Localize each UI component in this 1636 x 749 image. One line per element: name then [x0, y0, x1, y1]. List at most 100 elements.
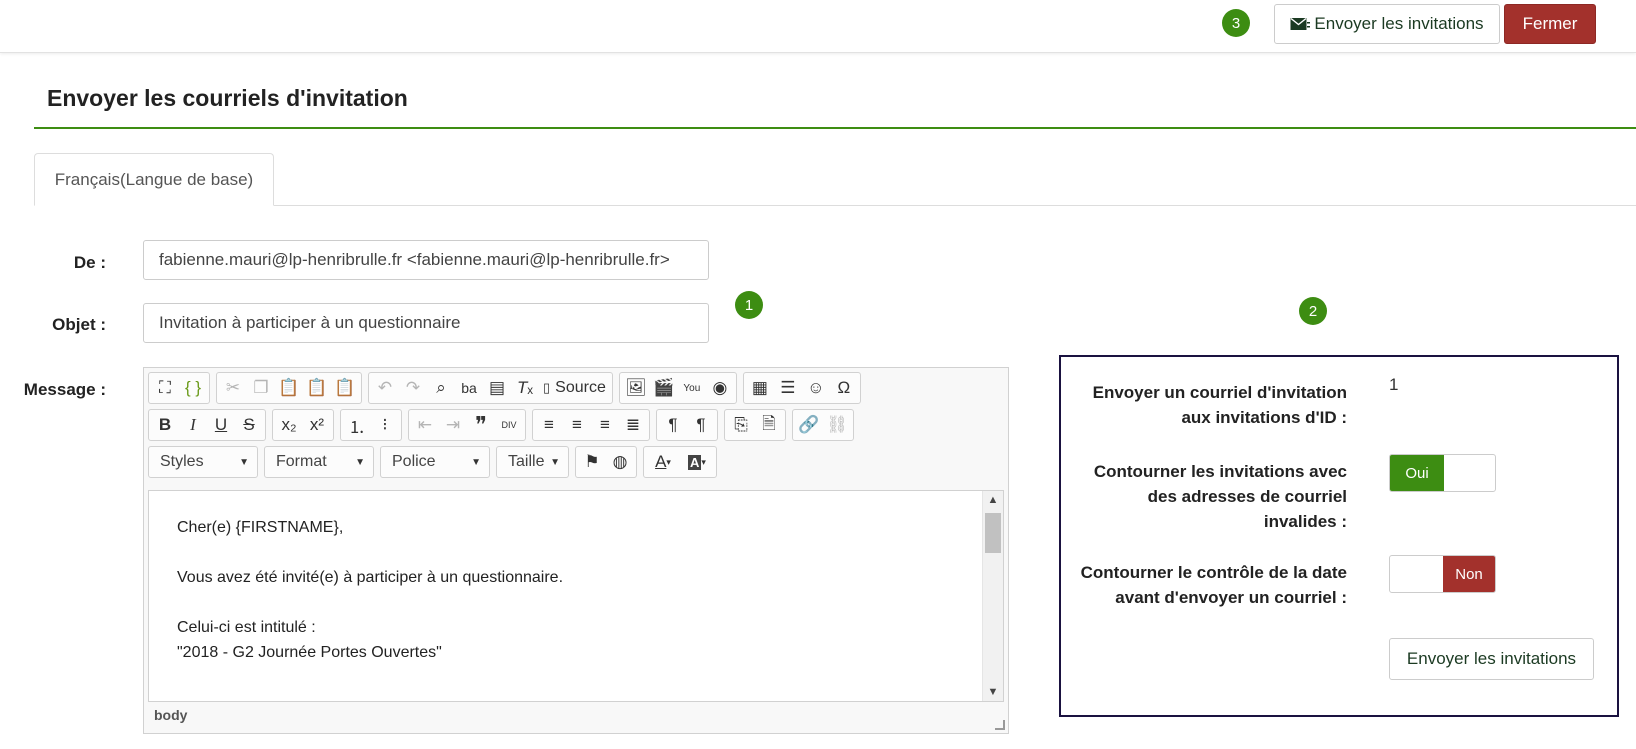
toolbar-group-indent: ⇤ ⇥ ❞ DIV: [408, 409, 526, 441]
toolbar-group-edit: ↶ ↷ ⌕ ba ▤ Tₓ ▯ Source: [368, 372, 613, 404]
send-options-panel: Envoyer un courriel d'invitation aux inv…: [1059, 355, 1619, 717]
toolbar-row-1: ⛶ { } ✂ ❐ 📋 📋 📋 ↶ ↷ ⌕ ba ▤ Tₓ ▯ Source 🖼 …: [148, 372, 867, 404]
editor-scrollbar[interactable]: ▲ ▼: [982, 491, 1003, 701]
flash-icon[interactable]: ◉: [706, 374, 734, 402]
invitation-ids-value: 1: [1389, 375, 1399, 394]
title-divider: [34, 127, 1636, 129]
styles-dropdown-label: Styles: [160, 453, 204, 470]
toolbar-group-clipboard: ✂ ❐ 📋 📋 📋: [216, 372, 362, 404]
unlink-icon[interactable]: ⛓: [823, 411, 851, 439]
underline-icon[interactable]: U: [207, 411, 235, 439]
scroll-thumb[interactable]: [985, 513, 1001, 553]
align-justify-icon[interactable]: ≣: [619, 411, 647, 439]
editor-content-area[interactable]: Cher(e) {FIRSTNAME}, Vous avez été invit…: [148, 490, 1004, 702]
subject-field[interactable]: Invitation à participer à un questionnai…: [143, 303, 709, 343]
send-invitations-button[interactable]: Envoyer les invitations: [1389, 638, 1594, 680]
toggle-off-label: Non: [1443, 556, 1495, 592]
scroll-down-icon[interactable]: ▼: [983, 683, 1003, 701]
image-icon[interactable]: 🖼: [622, 374, 650, 402]
align-left-icon[interactable]: ≡: [535, 411, 563, 439]
italic-icon[interactable]: I: [179, 411, 207, 439]
message-label: Message :: [23, 380, 106, 399]
toolbar-group-basic: B I U S: [148, 409, 266, 441]
tab-divider: [34, 205, 1636, 206]
bypass-date-check-toggle[interactable]: Non: [1389, 555, 1496, 593]
format-dropdown[interactable]: Format ▼: [264, 446, 374, 478]
toolbar-group-page: ⎘ 🗎: [724, 409, 786, 441]
show-blocks-icon[interactable]: { }: [179, 374, 207, 402]
send-invitations-button-top[interactable]: Envoyer les invitations: [1274, 4, 1500, 44]
text-color-icon[interactable]: A ▾: [646, 448, 680, 476]
date-label-line1: Contourner le contrôle de la date: [1080, 563, 1347, 582]
toolbar-group-script: x₂ x²: [272, 409, 334, 441]
redo-icon[interactable]: ↷: [399, 374, 427, 402]
globe-icon[interactable]: ◍: [606, 448, 634, 476]
styles-dropdown[interactable]: Styles ▼: [148, 446, 258, 478]
special-char-icon[interactable]: Ω: [830, 374, 858, 402]
page-break-icon[interactable]: ⎘: [727, 411, 755, 439]
paste-icon[interactable]: 📋: [275, 374, 303, 402]
background-color-icon[interactable]: A ▾: [680, 448, 714, 476]
link-icon[interactable]: 🔗: [795, 411, 823, 439]
bypass-date-check-label: Contourner le contrôle de la date avant …: [1081, 560, 1347, 610]
align-center-icon[interactable]: ≡: [563, 411, 591, 439]
outdent-icon[interactable]: ⇤: [411, 411, 439, 439]
envelope-icon: [1290, 17, 1311, 30]
toggle-on-label: Oui: [1390, 455, 1444, 491]
paste-text-icon[interactable]: 📋: [303, 374, 331, 402]
toolbar-group-lists: ⒈ ⁝: [340, 409, 402, 441]
table-icon[interactable]: ▦: [746, 374, 774, 402]
bypass-invalid-emails-toggle[interactable]: Oui: [1389, 454, 1496, 492]
chevron-down-icon: ▼: [550, 456, 560, 468]
content-line-invitation: Vous avez été invité(e) à participer à u…: [177, 569, 564, 586]
flag-icon[interactable]: ⚑: [578, 448, 606, 476]
rtl-icon[interactable]: ¶: [687, 411, 715, 439]
page-title: Envoyer les courriels d'invitation: [47, 85, 408, 111]
tab-french-base-language[interactable]: Français(Langue de base): [34, 153, 274, 206]
strikethrough-icon[interactable]: S: [235, 411, 263, 439]
indent-icon[interactable]: ⇥: [439, 411, 467, 439]
close-button[interactable]: Fermer: [1504, 4, 1596, 44]
resize-handle[interactable]: [995, 720, 1005, 730]
remove-format-icon[interactable]: Tₓ: [511, 374, 539, 402]
subject-label: Objet :: [52, 315, 106, 334]
content-line-title-intro: Celui-ci est intitulé :: [177, 619, 316, 636]
undo-icon[interactable]: ↶: [371, 374, 399, 402]
paste-word-icon[interactable]: 📋: [331, 374, 359, 402]
cut-icon[interactable]: ✂: [219, 374, 247, 402]
source-button[interactable]: ▯ Source: [539, 374, 610, 402]
element-path[interactable]: body: [154, 707, 187, 723]
smiley-icon[interactable]: ☺: [802, 374, 830, 402]
bold-icon[interactable]: B: [151, 411, 179, 439]
copy-icon[interactable]: ❐: [247, 374, 275, 402]
align-right-icon[interactable]: ≡: [591, 411, 619, 439]
font-dropdown[interactable]: Police ▼: [380, 446, 490, 478]
ltr-icon[interactable]: ¶: [659, 411, 687, 439]
horizontal-rule-icon[interactable]: ☰: [774, 374, 802, 402]
size-dropdown[interactable]: Taille ▼: [496, 446, 569, 478]
replace-icon[interactable]: ba: [455, 374, 483, 402]
bulleted-list-icon[interactable]: ⁝: [371, 411, 399, 439]
step-badge-3: 3: [1222, 9, 1250, 37]
maximize-icon[interactable]: ⛶: [151, 374, 179, 402]
numbered-list-icon[interactable]: ⒈: [343, 411, 371, 439]
toolbar-group-align: ≡ ≡ ≡ ≣: [532, 409, 650, 441]
top-toolbar: 3 Envoyer les invitations Fermer: [0, 0, 1636, 53]
bypass-label-line2: des adresses de courriel: [1147, 487, 1347, 506]
format-dropdown-label: Format: [276, 453, 327, 470]
templates-icon[interactable]: 🗎: [755, 411, 783, 439]
create-div-icon[interactable]: DIV: [495, 411, 523, 439]
message-editor: ⛶ { } ✂ ❐ 📋 📋 📋 ↶ ↷ ⌕ ba ▤ Tₓ ▯ Source 🖼 …: [143, 367, 1009, 734]
superscript-icon[interactable]: x²: [303, 411, 331, 439]
scroll-up-icon[interactable]: ▲: [983, 491, 1003, 509]
youtube-icon[interactable]: You: [678, 374, 706, 402]
find-icon[interactable]: ⌕: [427, 374, 455, 402]
from-field[interactable]: fabienne.mauri@lp-henribrulle.fr <fabien…: [143, 240, 709, 280]
send-invitations-label: Envoyer les invitations: [1314, 14, 1484, 33]
size-dropdown-label: Taille: [508, 453, 545, 470]
video-icon[interactable]: 🎬: [650, 374, 678, 402]
date-label-line2: avant d'envoyer un courriel :: [1115, 588, 1347, 607]
subscript-icon[interactable]: x₂: [275, 411, 303, 439]
blockquote-icon[interactable]: ❞: [467, 411, 495, 439]
select-all-icon[interactable]: ▤: [483, 374, 511, 402]
